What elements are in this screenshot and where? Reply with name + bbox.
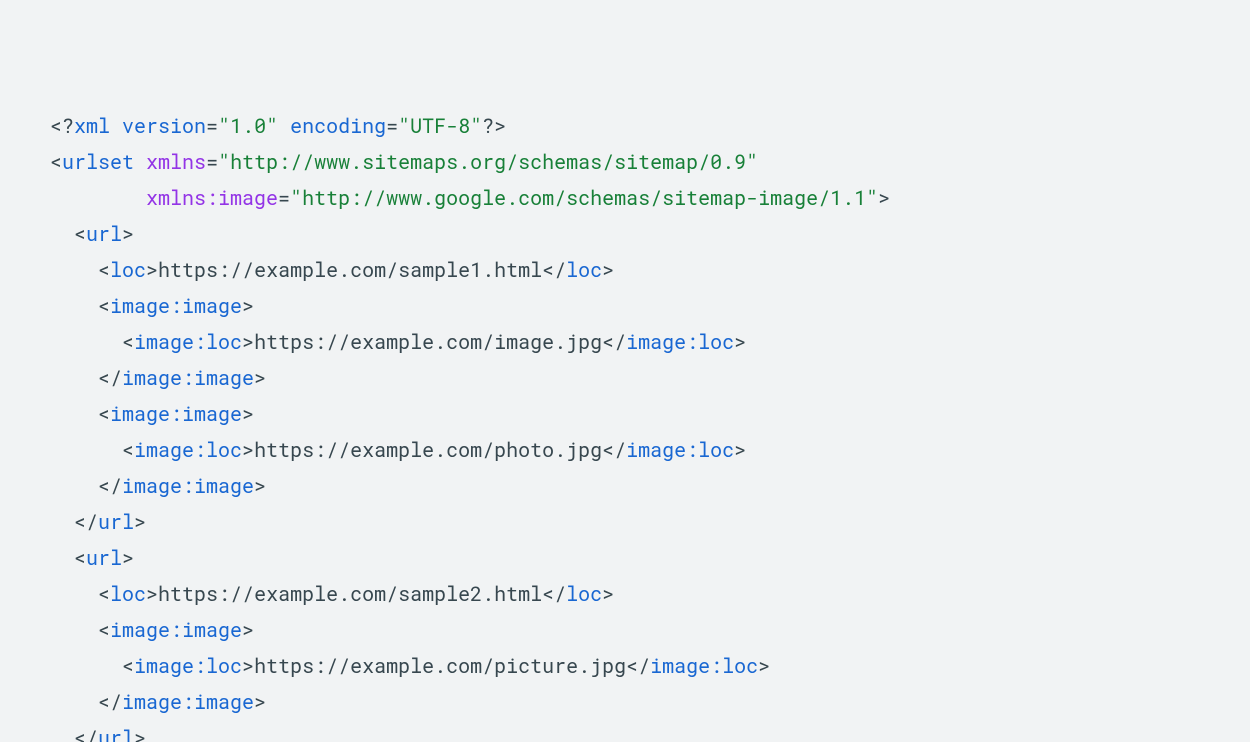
code-content: <?xml version="1.0" encoding="UTF-8"?><u…: [50, 108, 1200, 742]
code-line: </image:image>: [50, 360, 1200, 396]
code-line: <image:loc>https://example.com/image.jpg…: [50, 324, 1200, 360]
code-line: </image:image>: [50, 468, 1200, 504]
code-line: <image:loc>https://example.com/picture.j…: [50, 648, 1200, 684]
code-line: </image:image>: [50, 684, 1200, 720]
xml-code-block: <?xml version="1.0" encoding="UTF-8"?><u…: [0, 0, 1250, 742]
code-line: <image:image>: [50, 288, 1200, 324]
code-line: <image:loc>https://example.com/photo.jpg…: [50, 432, 1200, 468]
code-line: xmlns:image="http://www.google.com/schem…: [50, 180, 1200, 216]
code-line: <url>: [50, 216, 1200, 252]
code-line: <?xml version="1.0" encoding="UTF-8"?>: [50, 108, 1200, 144]
code-line: </url>: [50, 504, 1200, 540]
code-line: <image:image>: [50, 396, 1200, 432]
code-line: <urlset xmlns="http://www.sitemaps.org/s…: [50, 144, 1200, 180]
code-line: <image:image>: [50, 612, 1200, 648]
code-line: <url>: [50, 540, 1200, 576]
code-line: <loc>https://example.com/sample2.html</l…: [50, 576, 1200, 612]
code-line: </url>: [50, 720, 1200, 742]
code-line: <loc>https://example.com/sample1.html</l…: [50, 252, 1200, 288]
